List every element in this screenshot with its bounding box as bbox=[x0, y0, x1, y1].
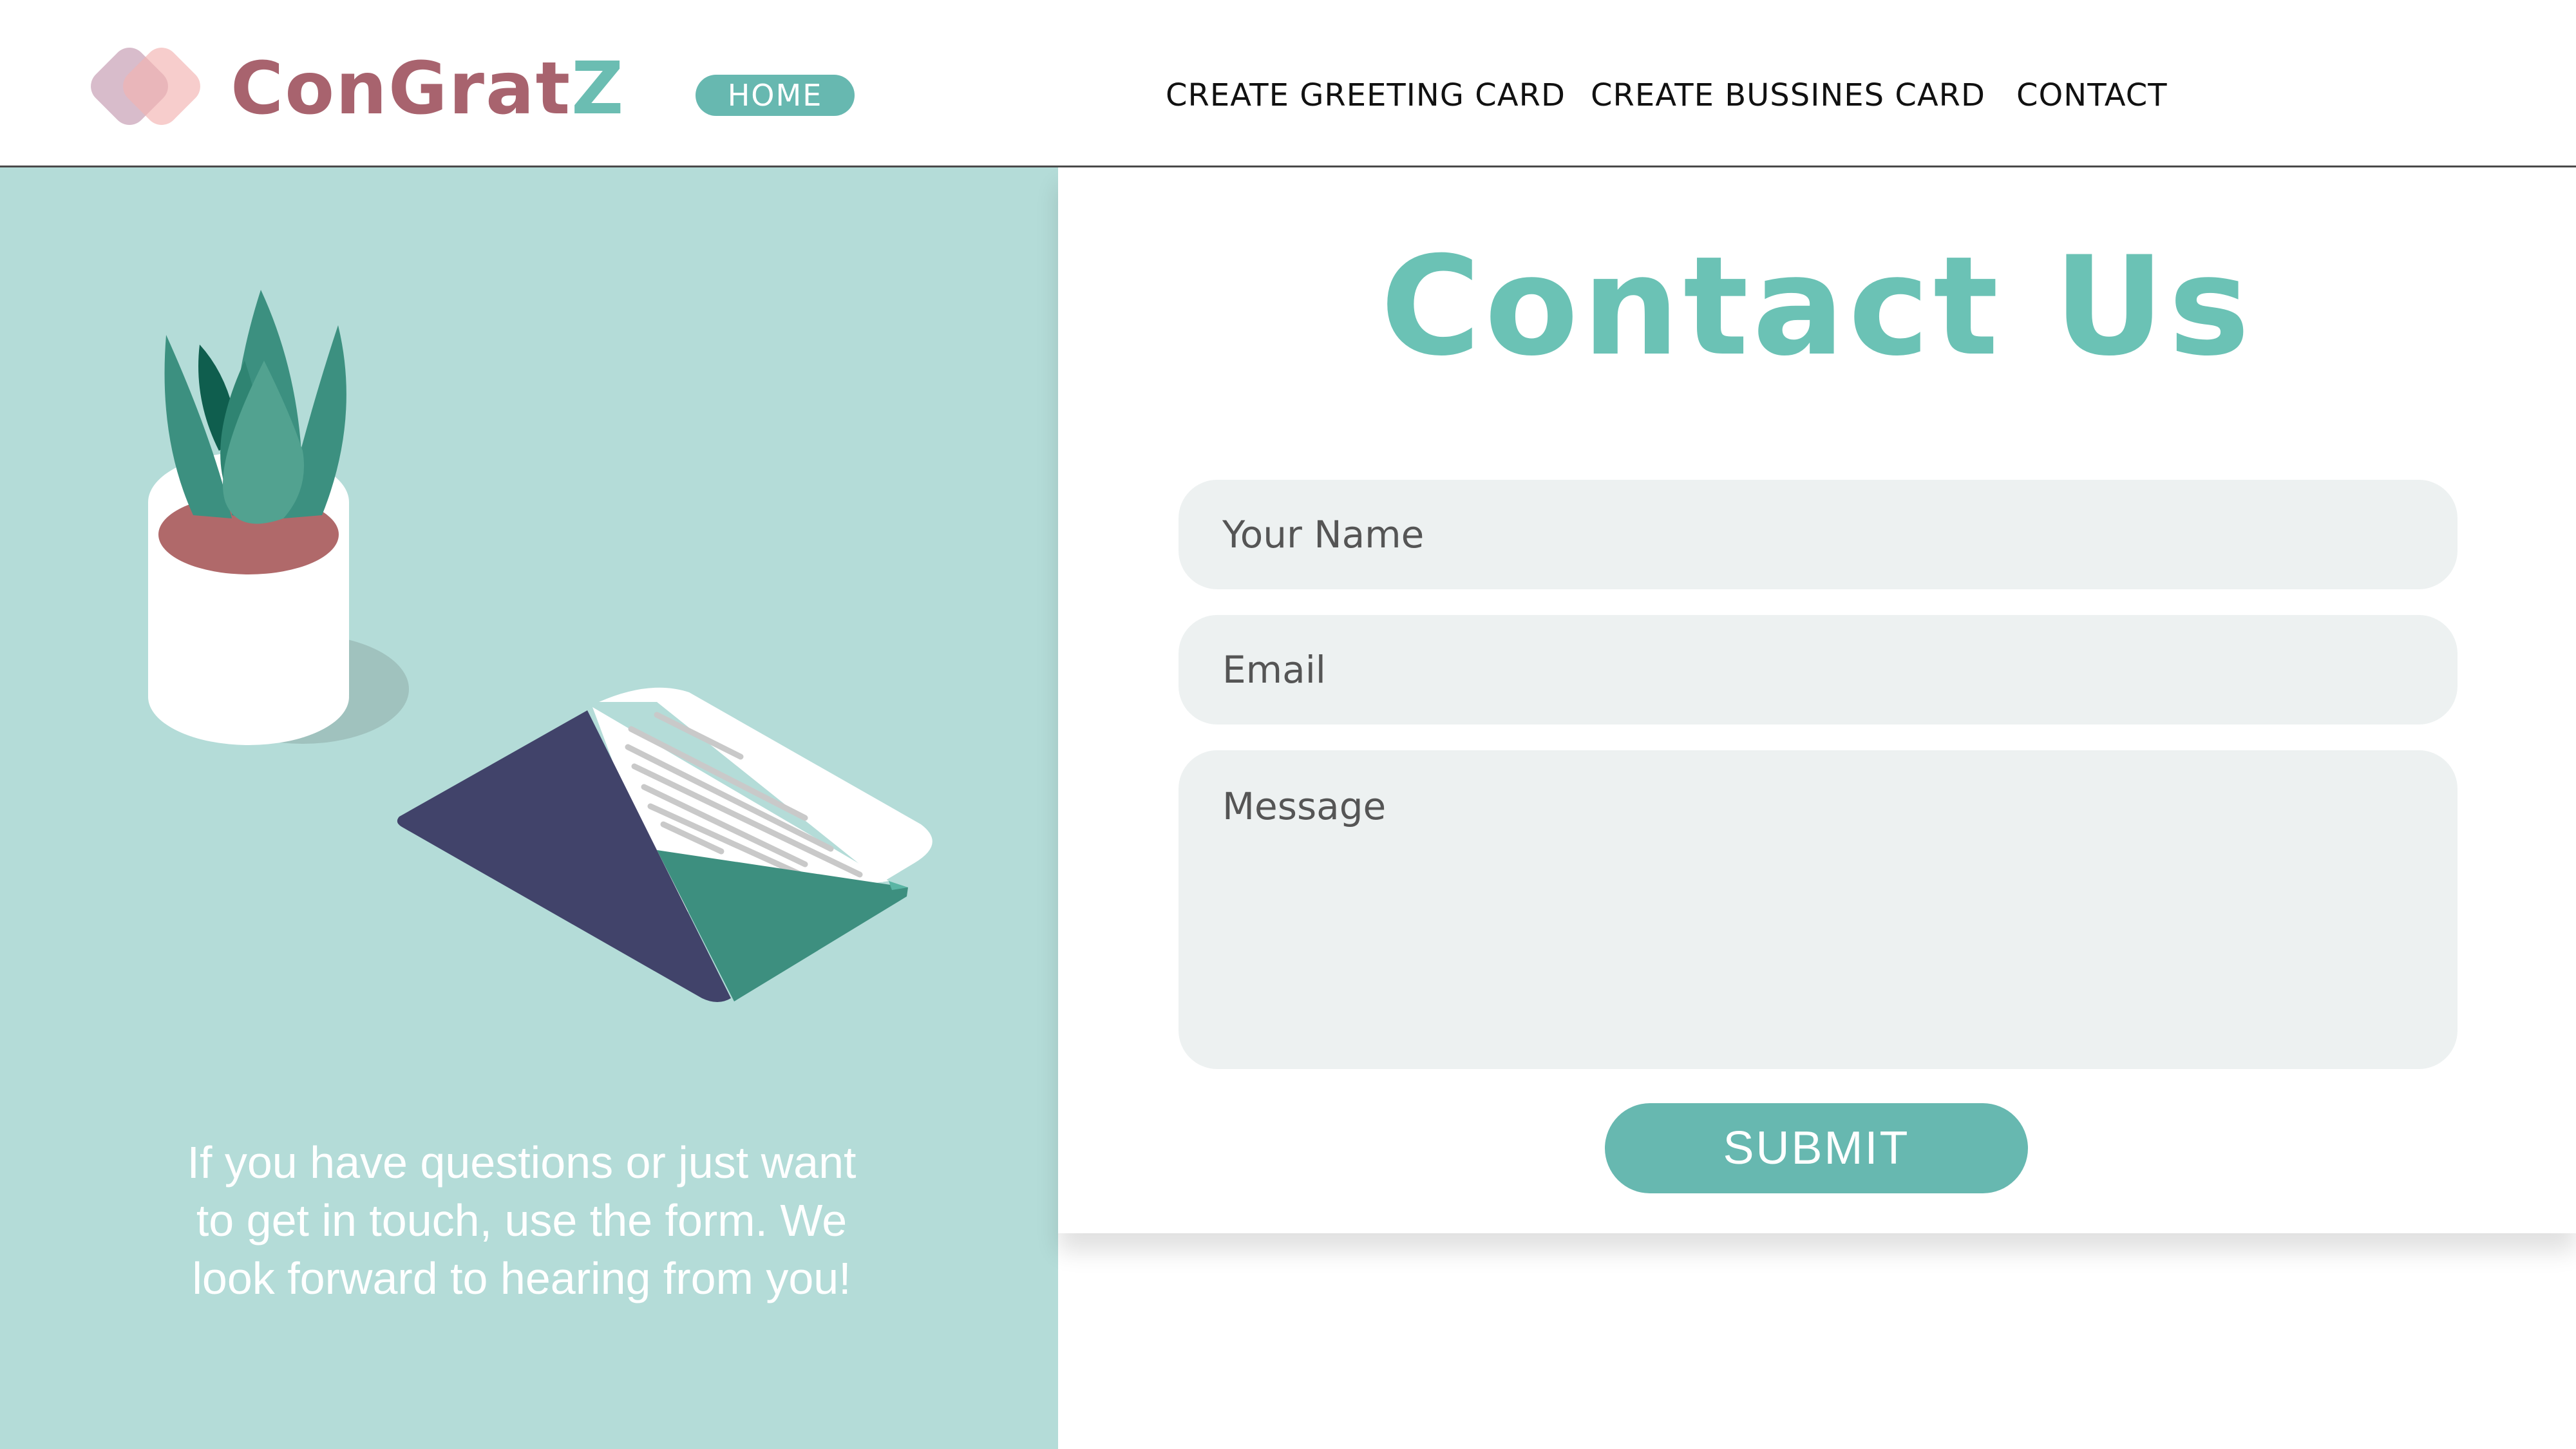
top-header: ConGratZ HOME CREATE GREETING CARD CREAT… bbox=[0, 0, 2576, 167]
nav-contact[interactable]: CONTACT bbox=[2016, 75, 2168, 116]
brand-name-part1: ConGrat bbox=[231, 47, 572, 131]
potted-plant-icon bbox=[148, 290, 349, 745]
message-field[interactable] bbox=[1179, 750, 2458, 1069]
left-panel: If you have questions or just want to ge… bbox=[0, 167, 1058, 1449]
brand-name[interactable]: ConGratZ bbox=[231, 53, 625, 125]
nav-home-button[interactable]: HOME bbox=[696, 75, 855, 116]
page-title: Contact Us bbox=[1380, 227, 2254, 386]
submit-button[interactable]: SUBMIT bbox=[1605, 1103, 2028, 1193]
contact-form-card: Contact Us SUBMIT bbox=[1058, 167, 2576, 1233]
nav-create-greeting-card[interactable]: CREATE GREETING CARD bbox=[1166, 75, 1566, 116]
open-envelope-letter-icon bbox=[397, 687, 933, 1002]
logo-icon[interactable] bbox=[88, 45, 220, 135]
brand-name-part2: Z bbox=[571, 47, 625, 131]
contact-blurb: If you have questions or just want to ge… bbox=[187, 1137, 857, 1303]
illustration bbox=[148, 290, 933, 1002]
nav-create-business-card[interactable]: CREATE BUSSINES CARD bbox=[1591, 75, 1985, 116]
name-field[interactable] bbox=[1179, 480, 2458, 589]
email-field[interactable] bbox=[1179, 615, 2458, 724]
